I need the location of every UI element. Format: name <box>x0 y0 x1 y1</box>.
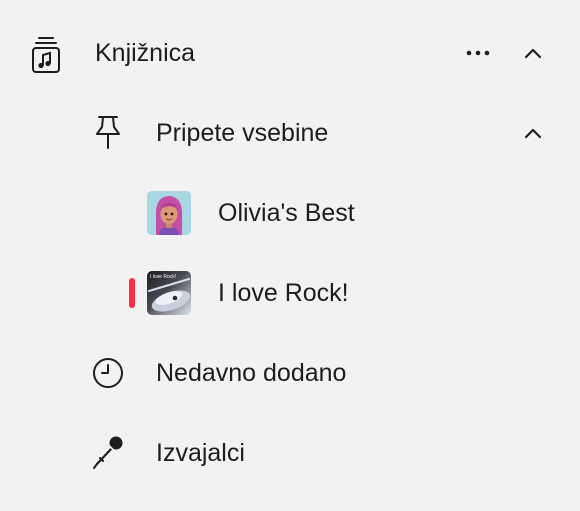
chevron-up-icon[interactable] <box>522 122 544 144</box>
sidebar-item-label: Izvajalci <box>156 439 245 467</box>
music-library-icon <box>32 37 60 73</box>
sidebar-item-recently-added[interactable]: Nedavno dodano <box>0 342 580 402</box>
artwork-caption: I love Rock! <box>150 274 177 280</box>
pinned-item-olivias-best[interactable]: Olivia's Best <box>0 182 580 242</box>
sidebar-item-pinned[interactable]: Pripete vsebine <box>0 102 580 162</box>
more-options-icon[interactable] <box>465 48 491 58</box>
sidebar-item-label: Knjižnica <box>95 39 196 67</box>
pin-icon <box>96 116 120 149</box>
memoji-avatar <box>147 191 191 235</box>
sidebar-item-artists[interactable]: Izvajalci <box>0 422 580 482</box>
playlist-artwork <box>147 191 191 235</box>
sidebar-item-label: Nedavno dodano <box>156 359 347 387</box>
pinned-item-label: Olivia's Best <box>218 199 355 227</box>
sidebar: Knjižnica Pripete vsebine Olivia's Best … <box>0 0 580 511</box>
now-playing-indicator <box>129 278 135 308</box>
sidebar-item-library[interactable]: Knjižnica <box>0 22 580 82</box>
playlist-artwork: I love Rock! <box>147 271 191 315</box>
chevron-up-icon[interactable] <box>522 42 544 64</box>
pinned-item-label: I love Rock! <box>218 279 349 307</box>
clock-icon <box>93 358 123 388</box>
pinned-item-i-love-rock[interactable]: I love Rock! I love Rock! <box>0 262 580 322</box>
sidebar-item-label: Pripete vsebine <box>156 119 329 147</box>
microphone-icon <box>93 436 123 469</box>
